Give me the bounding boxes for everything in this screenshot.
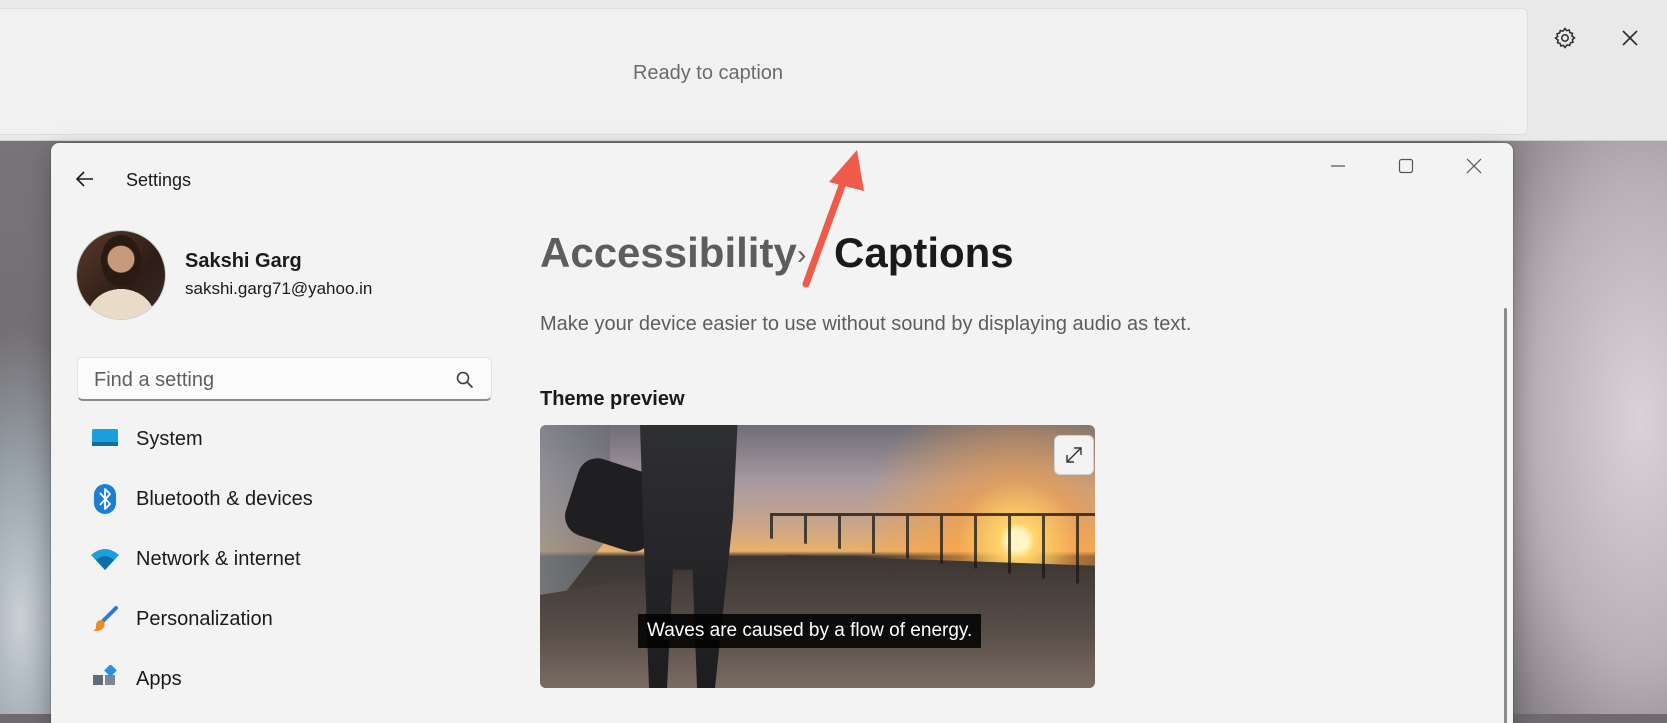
gear-icon (1554, 27, 1576, 49)
minimize-button[interactable] (1315, 151, 1361, 181)
monitor-icon (89, 423, 121, 455)
minimize-icon (1331, 165, 1345, 167)
app-title: Settings (126, 170, 192, 190)
paintbrush-icon (89, 603, 121, 635)
search-box (77, 357, 492, 401)
user-name: Sakshi Garg (185, 250, 302, 272)
close-icon (1466, 158, 1482, 174)
captions-settings-button[interactable] (1547, 20, 1583, 56)
maximize-icon (1398, 158, 1414, 174)
expand-preview-button[interactable] (1054, 435, 1094, 475)
sidebar-item-bluetooth[interactable]: Bluetooth & devices (77, 473, 492, 525)
back-arrow-icon (75, 171, 93, 187)
sidebar-item-label: System (136, 427, 203, 450)
maximize-button[interactable] (1383, 151, 1429, 181)
section-title: Theme preview (540, 388, 685, 410)
breadcrumb-parent[interactable]: Accessibility (540, 229, 797, 277)
search-icon[interactable] (455, 370, 475, 390)
settings-window: Settings Sakshi Garg sakshi.garg71@yahoo… (51, 143, 1513, 723)
sidebar-item-label: Bluetooth & devices (136, 487, 313, 510)
bluetooth-icon (89, 483, 121, 515)
sidebar-item-personalization[interactable]: Personalization (77, 593, 492, 645)
back-button[interactable] (69, 163, 101, 195)
apps-icon (89, 663, 121, 695)
search-input[interactable] (92, 366, 436, 394)
caption-sample: Waves are caused by a flow of energy. (638, 614, 982, 648)
sidebar-item-system[interactable]: System (77, 413, 492, 465)
wifi-icon (89, 543, 121, 575)
sidebar-item-label: Apps (136, 667, 182, 690)
theme-preview-image: Waves are caused by a flow of energy. (540, 425, 1095, 688)
sidebar-item-apps[interactable]: Apps (77, 653, 492, 705)
close-icon (1622, 30, 1638, 46)
avatar[interactable] (77, 231, 165, 319)
live-captions-window: Ready to caption (0, 0, 1667, 141)
expand-icon (1066, 447, 1082, 463)
sidebar-item-label: Network & internet (136, 547, 301, 570)
page-title: Captions (834, 229, 1014, 276)
page-description: Make your device easier to use without s… (540, 313, 1192, 335)
user-email: sakshi.garg71@yahoo.in (185, 279, 373, 298)
scrollbar[interactable] (1504, 308, 1507, 723)
caption-status-text: Ready to caption (632, 62, 784, 84)
window-close-button[interactable] (1451, 151, 1497, 181)
captions-close-button[interactable] (1612, 20, 1648, 56)
sidebar-item-label: Personalization (136, 607, 273, 630)
breadcrumb-separator: › (797, 239, 807, 270)
sidebar-item-network[interactable]: Network & internet (77, 533, 492, 585)
